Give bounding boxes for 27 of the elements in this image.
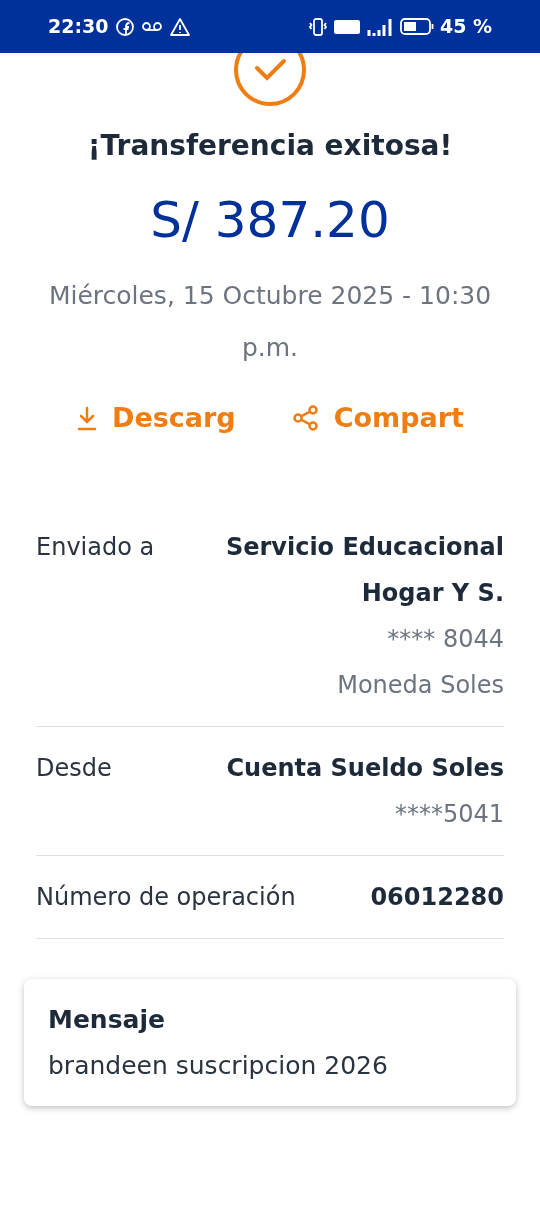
status-time: 22:30 bbox=[48, 14, 109, 40]
detail-value: **** 8044 bbox=[387, 624, 504, 655]
message-text: brandeen suscripcion 2026 bbox=[48, 1049, 389, 1082]
action-button[interactable]: Compart bbox=[291, 397, 464, 438]
detail-label: Desde bbox=[36, 753, 112, 784]
share-icon bbox=[291, 403, 320, 432]
detail-label: Número de operación bbox=[36, 882, 296, 913]
amount: S/ 387.20 bbox=[150, 190, 390, 251]
warning-icon bbox=[170, 17, 191, 36]
vibrate-icon bbox=[307, 17, 328, 36]
date-time: Miércoles, 15 Octubre 2025 - 10:30 p.m. bbox=[47, 279, 493, 364]
action-button[interactable]: Descarg bbox=[76, 397, 236, 438]
detail-value: ****5041 bbox=[394, 799, 504, 830]
download-icon bbox=[76, 404, 98, 431]
detail-value: Moneda Soles bbox=[337, 670, 504, 701]
success-title: ¡Transferencia exitosa! bbox=[87, 128, 453, 164]
message-title: Mensaje bbox=[48, 1004, 166, 1036]
voicemail-icon bbox=[142, 22, 163, 31]
detail-value: Servicio Educacional bbox=[225, 532, 504, 563]
detail-value: Cuenta Sueldo Soles bbox=[226, 753, 504, 784]
detail-value: Hogar Y S. bbox=[361, 578, 504, 609]
facebook-icon bbox=[116, 17, 135, 36]
detail-label: Enviado a bbox=[36, 532, 155, 563]
signal-icon bbox=[365, 17, 394, 36]
battery-icon bbox=[399, 18, 434, 35]
detail-value: 06012280 bbox=[370, 882, 504, 913]
battery-percent: 45 % bbox=[439, 14, 492, 40]
